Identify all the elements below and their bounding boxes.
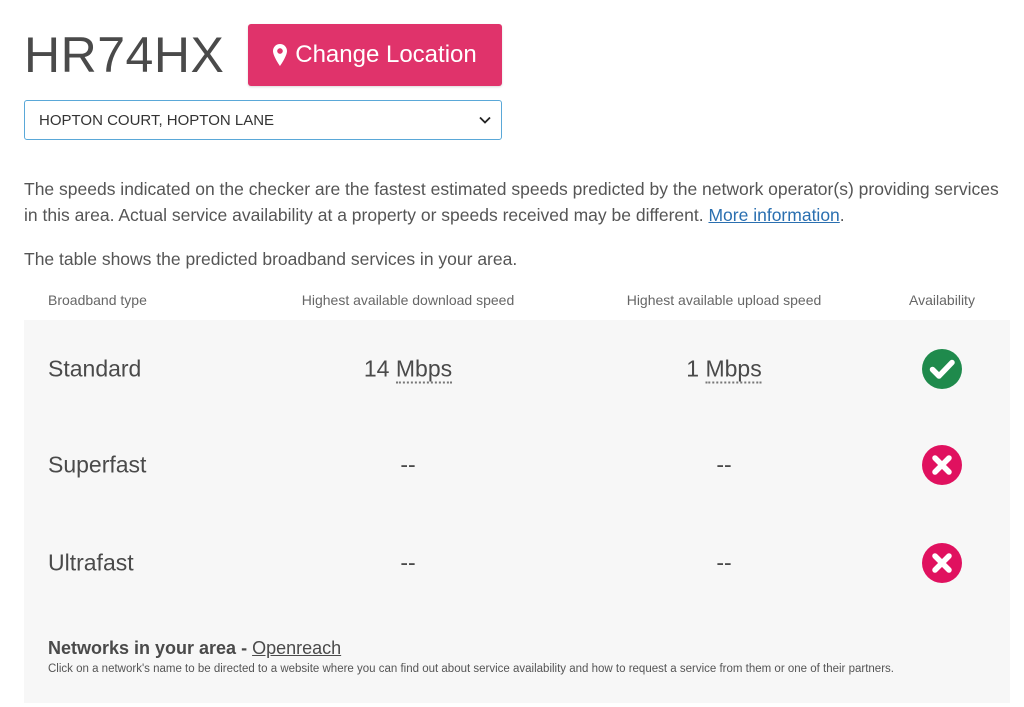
upload-speed-value: 1 [686, 355, 700, 382]
upload-speed-cell: -- [716, 451, 732, 478]
map-marker-icon [273, 44, 288, 66]
cross-circle-icon [922, 543, 962, 583]
download-speed-unit: Mbps [395, 355, 453, 384]
table-intro-text: The table shows the predicted broadband … [24, 249, 518, 269]
download-speed-cell: -- [400, 549, 416, 576]
broadband-type-cell: Ultrafast [48, 549, 134, 576]
download-speed-cell: -- [400, 451, 416, 478]
header-availability: Availability [909, 292, 975, 308]
change-location-label: Change Location [295, 41, 477, 68]
upload-speed-cell: 1 Mbps [686, 355, 762, 384]
upload-speed-cell: -- [716, 549, 732, 576]
download-speed-value: 14 [363, 355, 390, 382]
broadband-type-cell: Standard [48, 355, 142, 382]
check-circle-icon [922, 349, 962, 389]
chevron-down-icon [479, 111, 491, 129]
download-speed-cell: 14 Mbps [363, 355, 453, 384]
table-row: Ultrafast -- -- [24, 514, 1010, 612]
networks-in-area: Networks in your area - Openreach [48, 638, 341, 659]
upload-speed-unit: Mbps [705, 355, 762, 384]
broadband-type-cell: Superfast [48, 451, 147, 478]
header-broadband-type: Broadband type [48, 292, 147, 308]
table-row: Superfast -- -- [24, 416, 1010, 514]
broadband-checker-page: HR74HX Change Location HOPTON COURT, HOP… [0, 0, 1024, 707]
openreach-link[interactable]: Openreach [252, 638, 341, 658]
table-header-row: Broadband type Highest available downloa… [24, 292, 1010, 312]
cross-circle-icon [922, 445, 962, 485]
header-download-speed: Highest available download speed [301, 292, 515, 308]
change-location-button[interactable]: Change Location [248, 24, 502, 86]
address-select[interactable]: HOPTON COURT, HOPTON LANE [24, 100, 502, 140]
speed-disclaimer: The speeds indicated on the checker are … [24, 176, 1004, 228]
networks-label: Networks in your area - [48, 638, 253, 658]
table-row: Standard 14 Mbps 1 Mbps [24, 320, 1010, 418]
speed-disclaimer-end: . [839, 205, 845, 225]
speed-disclaimer-text: The speeds indicated on the checker are … [24, 179, 999, 225]
more-information-link[interactable]: More information [708, 205, 839, 225]
networks-note: Click on a network's name to be directed… [48, 663, 894, 675]
address-select-value: HOPTON COURT, HOPTON LANE [39, 111, 275, 129]
broadband-table: Standard 14 Mbps 1 Mbps Superfast -- -- [24, 320, 1010, 703]
header-upload-speed: Highest available upload speed [626, 292, 822, 308]
postcode-heading: HR74HX [24, 27, 225, 83]
